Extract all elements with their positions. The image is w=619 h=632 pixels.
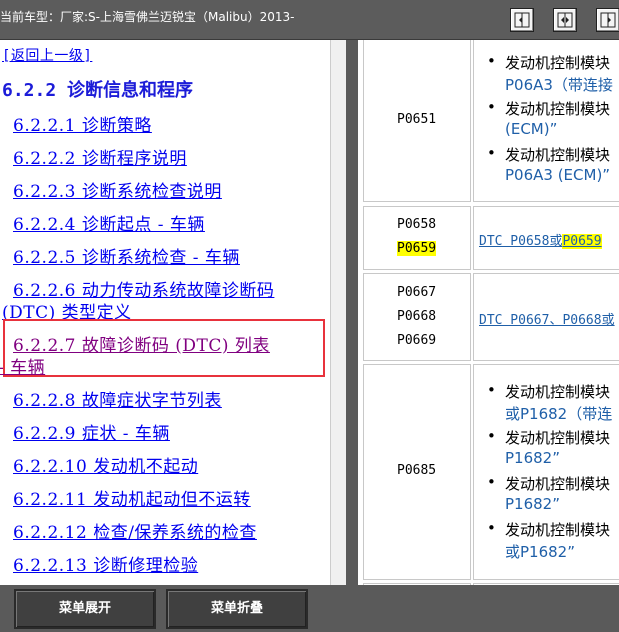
dtc-link[interactable]: 或P1682（带连	[505, 403, 612, 424]
nav-item[interactable]: 6.2.2.12 检查/保养系统的检查	[13, 518, 257, 543]
dtc-code-highlighted: P0659	[397, 241, 437, 256]
dtc-code: P0668	[397, 309, 437, 324]
dtc-code: P0658	[397, 217, 437, 232]
dtc-code: P0669	[397, 333, 437, 348]
bullet-dot: •	[487, 144, 496, 162]
bullet-text: 发动机控制模块	[505, 521, 611, 539]
collapse-left-icon	[514, 12, 530, 28]
back-link[interactable]: [返回上一级]	[2, 45, 92, 65]
bullet-text: 发动机控制模块	[505, 429, 611, 447]
content-pane: P0651 • 发动机控制模块 P06A3（带连接 • 发动机控制模块 (ECM…	[358, 40, 619, 585]
dtc-link[interactable]: 或P1682”	[505, 541, 575, 562]
collapse-right-button[interactable]	[596, 8, 619, 32]
table-cell	[363, 206, 471, 270]
bottom-bar: 菜单展开 菜单折叠	[0, 585, 619, 632]
nav-item[interactable]: 6.2.2.2 诊断程序说明	[13, 144, 187, 169]
bullet-text: 发动机控制模块	[505, 100, 611, 118]
bullet-dot: •	[487, 473, 496, 491]
title-bar: 当前车型：厂家:S-上海雪佛兰迈锐宝（Malibu）2013-	[0, 0, 619, 40]
bullet-text: 发动机控制模块	[505, 146, 611, 164]
expand-menu-button[interactable]: 菜单展开	[14, 589, 156, 629]
bullet-dot: •	[487, 98, 496, 116]
vehicle-title: 当前车型：厂家:S-上海雪佛兰迈锐宝（Malibu）2013-	[0, 10, 295, 24]
nav-item[interactable]: 6.2.2.13 诊断修理检验	[13, 551, 198, 576]
pane-divider[interactable]	[346, 40, 358, 585]
bullet-text: 发动机控制模块	[505, 383, 611, 401]
collapse-left-button[interactable]	[510, 8, 534, 32]
dtc-link[interactable]: (ECM)”	[505, 120, 557, 138]
bullet-dot: •	[487, 52, 496, 70]
nav-item-active-line1[interactable]: 6.2.2.7 故障诊断码 (DTC) 列表	[13, 331, 270, 356]
section-heading: 6.2.2 诊断信息和程序	[2, 80, 194, 101]
dtc-link[interactable]: P06A3 (ECM)”	[505, 166, 610, 184]
nav-item[interactable]: 6.2.2.11 发动机起动但不运转	[13, 485, 251, 510]
dtc-link[interactable]: P1682”	[505, 495, 560, 513]
nav-scrollbar[interactable]	[330, 40, 346, 585]
nav-pane: [返回上一级] 6.2.2 诊断信息和程序 6.2.2.1 诊断策略 6.2.2…	[0, 40, 330, 585]
dtc-code: P0651	[397, 112, 437, 127]
nav-item[interactable]: 6.2.2.3 诊断系统检查说明	[13, 177, 222, 202]
nav-item[interactable]: 6.2.2.8 故障症状字节列表	[13, 386, 222, 411]
nav-item-active-line2[interactable]: - 车辆	[0, 353, 45, 378]
dtc-link[interactable]: P1682”	[505, 449, 560, 467]
split-view-icon	[557, 12, 573, 28]
nav-item[interactable]: 6.2.2.4 诊断起点 - 车辆	[13, 210, 205, 235]
dtc-link[interactable]: P06A3（带连接	[505, 74, 613, 95]
dtc-code: P0667	[397, 285, 437, 300]
nav-item[interactable]: 6.2.2.5 诊断系统检查 - 车辆	[13, 243, 240, 268]
dtc-link-highlight: P0659	[562, 234, 602, 249]
collapse-right-icon	[600, 12, 616, 28]
split-view-button[interactable]	[553, 8, 577, 32]
dtc-link-text: DTC P0658或	[479, 234, 563, 249]
bullet-text: 发动机控制模块	[505, 54, 611, 72]
bullet-text: 发动机控制模块	[505, 475, 611, 493]
bullet-dot: •	[487, 427, 496, 445]
dtc-link[interactable]: DTC P0667、P0668或	[479, 309, 615, 328]
app-window: 当前车型：厂家:S-上海雪佛兰迈锐宝（Malibu）2013- [返回上一级] …	[0, 0, 619, 632]
collapse-menu-button[interactable]: 菜单折叠	[166, 589, 308, 629]
nav-item[interactable]: 6.2.2.1 诊断策略	[13, 111, 152, 136]
nav-item[interactable]: 6.2.2.10 发动机不起动	[13, 452, 198, 477]
nav-item[interactable]: 6.2.2.9 症状 - 车辆	[13, 419, 170, 444]
bullet-dot: •	[487, 519, 496, 537]
dtc-code: P0685	[397, 463, 437, 478]
dtc-link[interactable]: DTC P0658或P0659	[479, 230, 602, 249]
bullet-dot: •	[487, 381, 496, 399]
